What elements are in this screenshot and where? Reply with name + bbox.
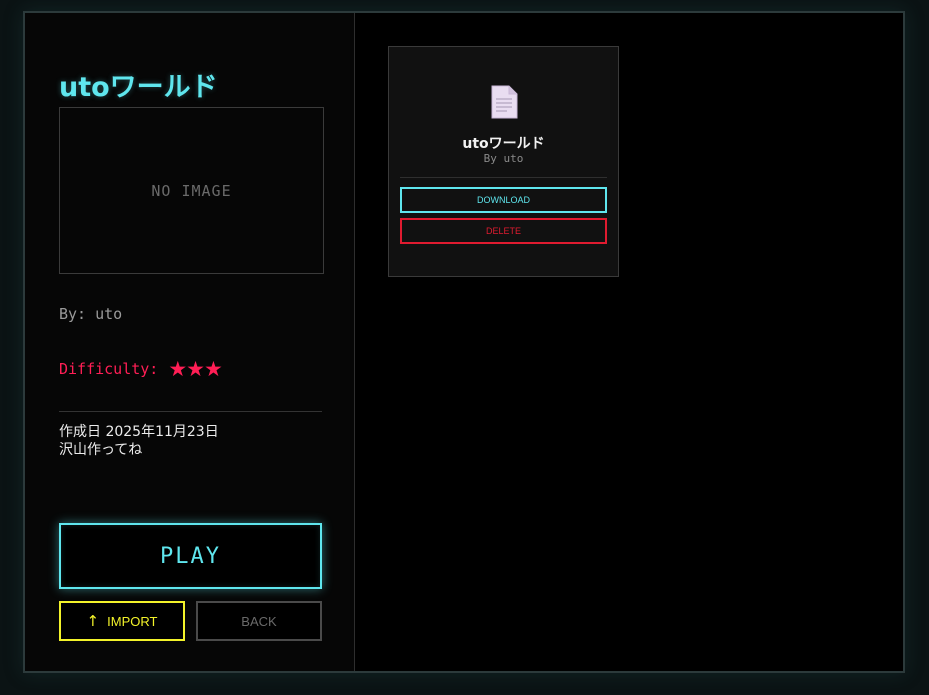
card-author: By uto: [483, 152, 524, 165]
file-icon: [491, 85, 518, 119]
world-card[interactable]: utoワールド By uto DOWNLOAD DELETE: [388, 46, 619, 277]
app-frame: utoワールド NO IMAGE By: uto Difficulty: ★★★…: [23, 11, 905, 673]
download-button[interactable]: DOWNLOAD: [400, 187, 607, 213]
play-button[interactable]: PLAY: [59, 523, 322, 589]
world-author: By: uto: [59, 305, 123, 323]
import-button[interactable]: ↑ IMPORT: [59, 601, 185, 641]
world-thumbnail: NO IMAGE: [59, 107, 324, 274]
delete-button[interactable]: DELETE: [400, 218, 607, 244]
back-button[interactable]: BACK: [196, 601, 322, 641]
world-detail-panel: utoワールド NO IMAGE By: uto Difficulty: ★★★…: [25, 13, 355, 671]
divider: [59, 411, 322, 412]
world-title: utoワールド: [59, 72, 218, 103]
world-description: 作成日 2025年11月23日 沢山作ってね: [59, 423, 219, 459]
card-divider: [400, 177, 607, 178]
card-title: utoワールド: [462, 136, 545, 152]
no-image-label: NO IMAGE: [151, 181, 232, 200]
world-difficulty: Difficulty: ★★★: [59, 357, 223, 381]
difficulty-stars-icon: ★★★: [168, 357, 222, 381]
import-label: IMPORT: [107, 613, 158, 629]
upload-arrow-icon: ↑: [86, 612, 100, 630]
created-date: 作成日 2025年11月23日: [59, 424, 219, 440]
difficulty-label: Difficulty:: [59, 360, 159, 378]
description-text: 沢山作ってね: [59, 442, 143, 458]
